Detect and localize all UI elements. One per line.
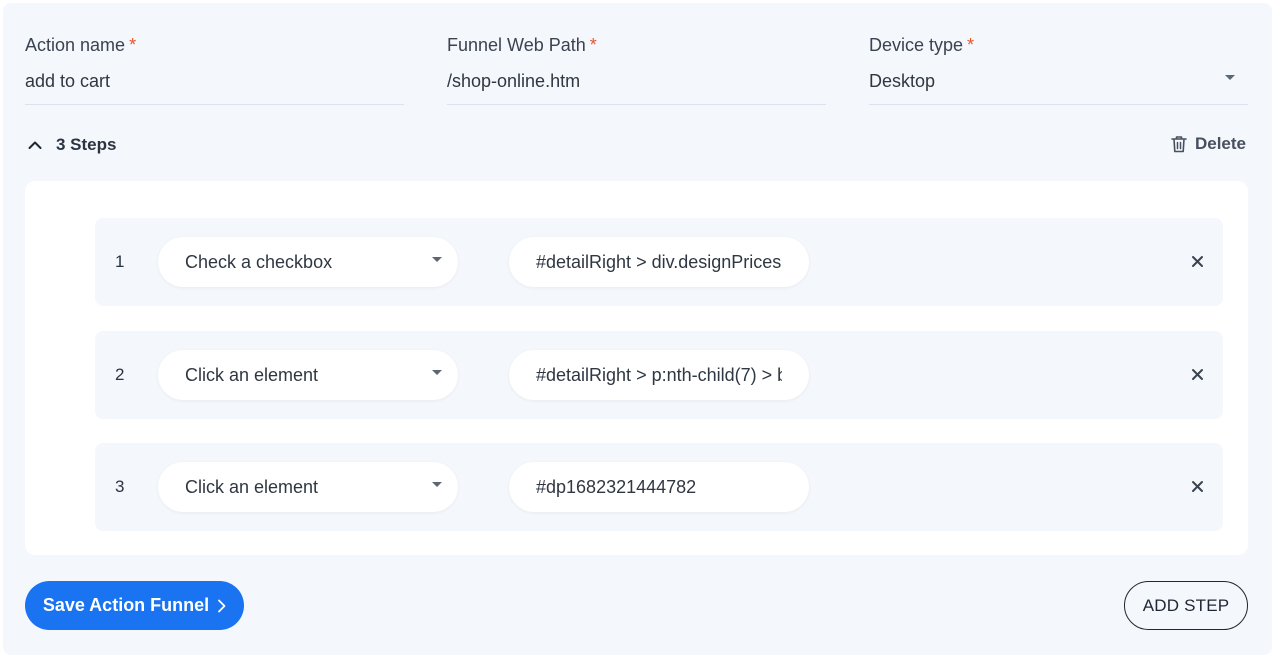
steps-toggle[interactable]: 3 Steps [28, 135, 116, 155]
caret-down-icon [432, 257, 442, 262]
step-selector-input[interactable]: #dp1682321444782 [509, 462, 809, 512]
step-action-select[interactable]: Click an element [158, 350, 458, 400]
caret-down-icon [1225, 75, 1235, 80]
step-row: 2 Click an element #detailRight > p:nth-… [95, 331, 1223, 419]
device-type-select[interactable]: Desktop [869, 71, 1248, 105]
step-selector-input[interactable]: #detailRight > div.designPrices [509, 237, 809, 287]
delete-label: Delete [1194, 134, 1246, 153]
step-action-select[interactable]: Click an element [158, 462, 458, 512]
chevron-up-icon [28, 141, 42, 149]
device-type-value: Desktop [869, 71, 936, 91]
required-marker: * [129, 35, 137, 55]
required-marker: * [967, 35, 975, 55]
chevron-right-icon [218, 599, 226, 612]
step-selector-value: #detailRight > p:nth-child(7) > button [536, 365, 782, 385]
step-selector-input[interactable]: #detailRight > p:nth-child(7) > button [509, 350, 809, 400]
close-icon[interactable] [1191, 368, 1204, 381]
steps-list: 1 Check a checkbox #detailRight > div.de… [25, 181, 1248, 555]
action-name-field: Action name * add to cart [25, 33, 404, 105]
close-icon[interactable] [1191, 480, 1204, 493]
funnel-web-path-field: Funnel Web Path * /shop-online.htm [447, 33, 826, 105]
caret-down-icon [432, 482, 442, 487]
step-action-value: Check a checkbox [185, 252, 333, 272]
add-step-button[interactable]: ADD STEP [1124, 581, 1248, 630]
step-row: 3 Click an element #dp1682321444782 [95, 443, 1223, 531]
delete-button[interactable]: Delete [1171, 134, 1246, 154]
caret-down-icon [432, 370, 442, 375]
device-type-field: Device type * Desktop [869, 33, 1248, 105]
required-marker: * [589, 35, 597, 55]
step-action-value: Click an element [185, 477, 319, 497]
device-type-label: Device type * [869, 35, 975, 55]
step-action-select[interactable]: Check a checkbox [158, 237, 458, 287]
funnel-web-path-input[interactable]: /shop-online.htm [447, 71, 826, 105]
close-icon[interactable] [1191, 255, 1204, 268]
save-action-funnel-label: Save Action Funnel [42, 595, 210, 615]
action-name-label: Action name * [25, 35, 137, 55]
step-number: 1 [115, 252, 125, 271]
step-selector-value: #detailRight > div.designPrices [536, 252, 782, 272]
add-step-label: ADD STEP [1142, 595, 1230, 615]
step-selector-value: #dp1682321444782 [536, 477, 697, 497]
step-action-value: Click an element [185, 365, 319, 385]
trash-icon [1171, 136, 1187, 153]
action-funnel-panel: Action name * add to cart Funnel Web Path… [3, 3, 1272, 655]
step-number: 2 [115, 365, 125, 384]
steps-count-label: 3 Steps [56, 135, 117, 154]
save-action-funnel-button[interactable]: Save Action Funnel [25, 581, 244, 630]
funnel-web-path-label: Funnel Web Path * [447, 35, 597, 55]
step-row: 1 Check a checkbox #detailRight > div.de… [95, 218, 1223, 306]
step-number: 3 [115, 477, 125, 496]
action-name-input[interactable]: add to cart [25, 71, 404, 105]
